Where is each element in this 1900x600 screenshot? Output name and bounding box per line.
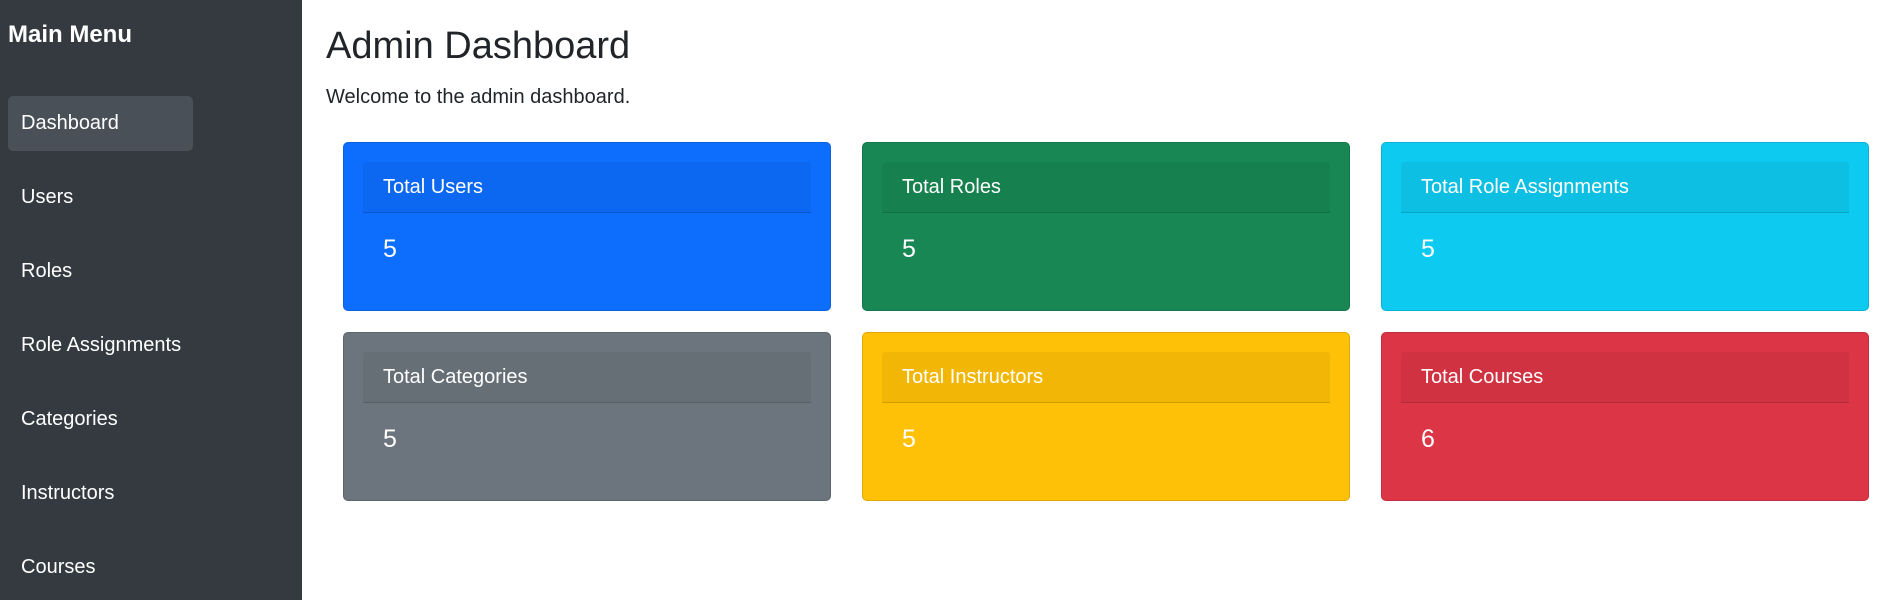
card-value: 5 — [383, 235, 397, 263]
card-header: Total Role Assignments — [1401, 162, 1849, 213]
card-header: Total Courses — [1401, 352, 1849, 403]
card-value: 5 — [902, 425, 916, 453]
card-value: 5 — [1421, 235, 1435, 263]
main-content: Admin Dashboard Welcome to the admin das… — [302, 0, 1900, 600]
sidebar-item-role-assignments[interactable]: Role Assignments — [8, 318, 193, 373]
card-header: Total Users — [363, 162, 811, 213]
card-total-roles: Total Roles 5 — [862, 142, 1350, 311]
card-total-role-assignments: Total Role Assignments 5 — [1381, 142, 1869, 311]
card-value: 6 — [1421, 425, 1435, 453]
sidebar-item-dashboard[interactable]: Dashboard — [8, 96, 193, 151]
card-header: Total Instructors — [882, 352, 1330, 403]
card-header: Total Roles — [882, 162, 1330, 213]
card-total-instructors: Total Instructors 5 — [862, 332, 1350, 501]
sidebar: Main Menu Dashboard Users Roles Role Ass… — [0, 0, 302, 600]
sidebar-nav: Dashboard Users Roles Role Assignments C… — [8, 96, 294, 595]
card-header: Total Categories — [363, 352, 811, 403]
sidebar-item-roles[interactable]: Roles — [8, 244, 193, 299]
app-layout: Main Menu Dashboard Users Roles Role Ass… — [0, 0, 1900, 600]
sidebar-item-courses[interactable]: Courses — [8, 540, 193, 595]
card-total-categories: Total Categories 5 — [343, 332, 831, 501]
sidebar-title: Main Menu — [8, 21, 132, 48]
card-value: 5 — [383, 425, 397, 453]
page-subtitle: Welcome to the admin dashboard. — [326, 86, 631, 108]
stats-cards: Total Users 5 Total Roles 5 Total Role A… — [326, 142, 1876, 501]
card-value: 5 — [902, 235, 916, 263]
page-title: Admin Dashboard — [326, 25, 631, 67]
card-total-courses: Total Courses 6 — [1381, 332, 1869, 501]
card-total-users: Total Users 5 — [343, 142, 831, 311]
sidebar-item-users[interactable]: Users — [8, 170, 193, 225]
sidebar-item-categories[interactable]: Categories — [8, 392, 193, 447]
sidebar-item-instructors[interactable]: Instructors — [8, 466, 193, 521]
